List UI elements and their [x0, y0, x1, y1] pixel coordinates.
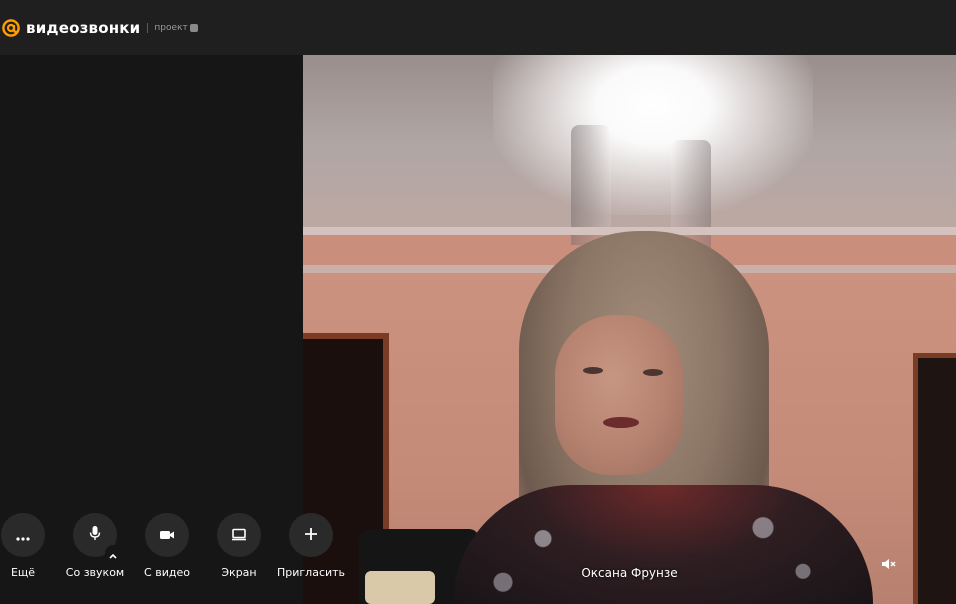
brand-name: видеозвонки [26, 18, 141, 37]
brand-subtitle-text: проект [154, 22, 188, 33]
more-label: Ещё [10, 566, 36, 579]
control-screen[interactable]: Экран [211, 513, 267, 579]
video-person-eye-left [583, 367, 603, 374]
call-controls: Ещё Со звуком С видео Экран Пригласить [0, 513, 356, 604]
video-label: С видео [144, 566, 190, 579]
more-button[interactable] [1, 513, 45, 557]
video-person-face [555, 315, 683, 475]
at-logo-icon [0, 17, 22, 39]
video-person-mouth [603, 417, 639, 428]
screen-label: Экран [221, 566, 257, 579]
participant-video[interactable] [303, 55, 956, 604]
screen-share-button[interactable] [217, 513, 261, 557]
camera-button[interactable] [145, 513, 189, 557]
audio-label: Со звуком [65, 566, 125, 579]
project-badge-icon [189, 23, 198, 32]
plus-icon [304, 526, 318, 545]
control-video[interactable]: С видео [139, 513, 195, 579]
microphone-button[interactable] [73, 513, 121, 561]
control-more[interactable]: Ещё [0, 513, 51, 579]
microphone-icon [89, 525, 101, 545]
control-audio[interactable]: Со звуком [65, 513, 125, 579]
participant-name: Оксана Фрунзе [581, 566, 678, 580]
more-icon [16, 526, 30, 545]
camera-icon [159, 526, 175, 545]
screen-share-icon [231, 526, 247, 545]
chevron-up-icon [109, 544, 117, 563]
app-logo[interactable]: видеозвонки проект [0, 0, 198, 55]
top-bar: видеозвонки проект [0, 0, 956, 55]
video-person-eye-right [643, 369, 663, 376]
invite-button[interactable] [289, 513, 333, 557]
control-invite[interactable]: Пригласить [277, 513, 345, 579]
invite-label: Пригласить [276, 566, 346, 579]
brand-subtitle: проект [154, 22, 198, 33]
audio-options-button[interactable] [105, 545, 121, 561]
video-lamp-glow [493, 55, 813, 215]
video-person-dress-pattern [463, 495, 863, 604]
logo-divider [147, 22, 149, 33]
